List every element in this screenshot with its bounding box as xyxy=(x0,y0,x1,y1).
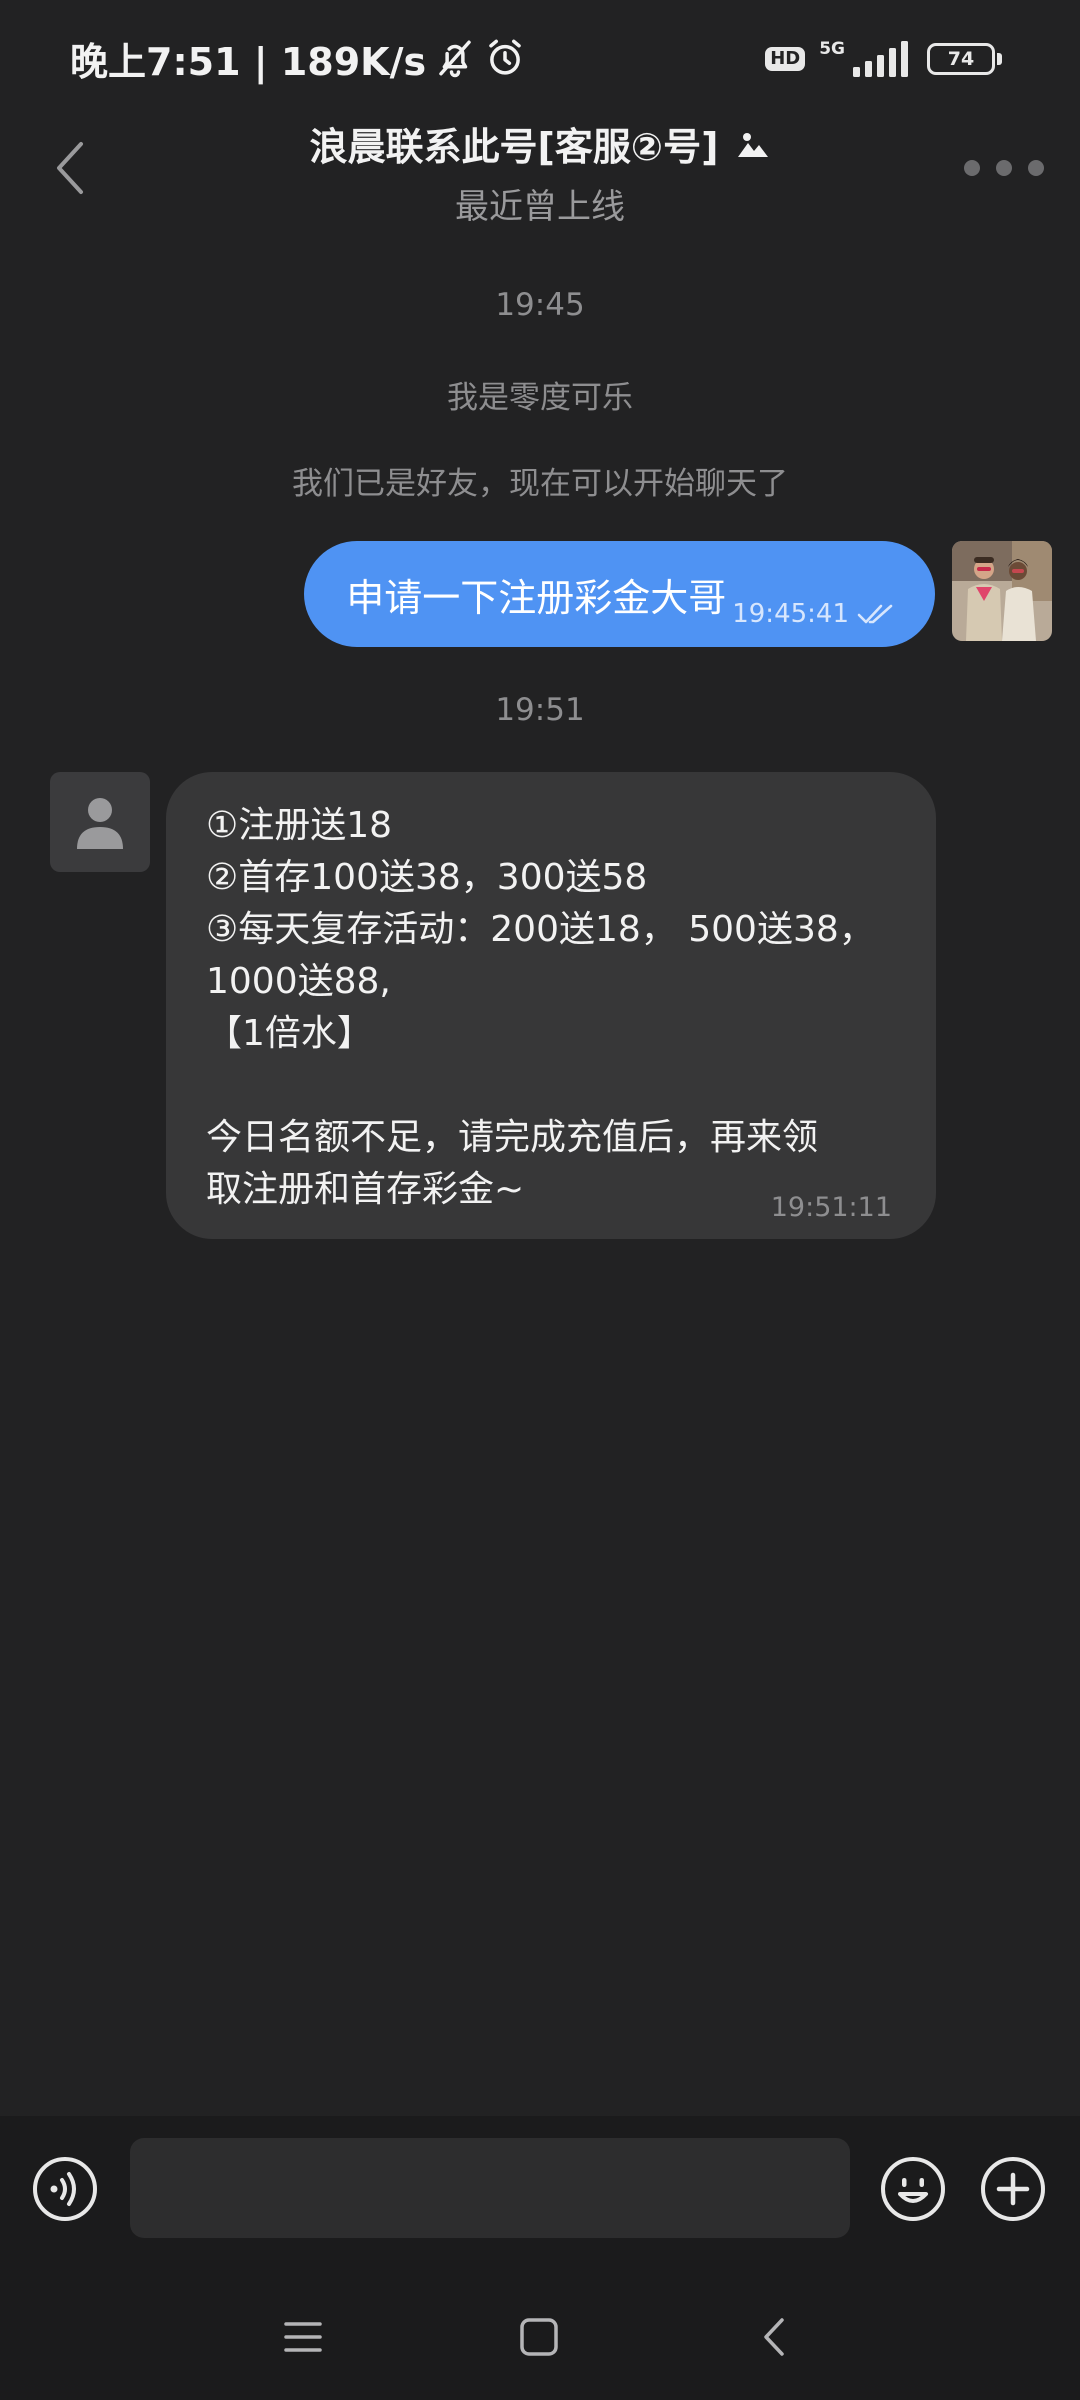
contact-avatar[interactable] xyxy=(50,772,150,872)
more-actions-button[interactable] xyxy=(980,2156,1046,2222)
message-line: 【1倍水】 xyxy=(206,1013,373,1054)
plus-icon xyxy=(981,2157,1045,2221)
emoji-button[interactable] xyxy=(880,2156,946,2222)
bell-off-icon xyxy=(439,40,471,78)
time-divider: 19:45 xyxy=(495,287,585,323)
avatar-photo xyxy=(952,541,1052,641)
nav-back-icon xyxy=(764,2318,784,2356)
image-icon xyxy=(738,132,769,157)
emoji-icon xyxy=(881,2157,945,2221)
message-line xyxy=(206,1060,896,1112)
status-right: HD 5G 74 xyxy=(765,36,1002,82)
message-time: 19:45:41 xyxy=(732,599,849,629)
more-dots-icon xyxy=(996,160,1012,176)
status-left: 晚上7:51 | 189K/s xyxy=(70,32,526,84)
hd-badge: HD xyxy=(765,47,806,71)
message-text: 申请一下注册彩金大哥 xyxy=(346,575,727,620)
alarm-icon xyxy=(489,39,521,75)
message-time: 19:51:11 xyxy=(770,1192,892,1223)
voice-icon xyxy=(33,2157,97,2221)
message-meta: 19:45:41 xyxy=(732,599,895,629)
signal-icon xyxy=(853,41,908,77)
input-bar xyxy=(0,2116,1080,2276)
time-divider: 19:51 xyxy=(495,692,585,728)
message-line: 今日名额不足，请完成充值后，再来领 xyxy=(206,1117,819,1158)
nav-home-button[interactable] xyxy=(516,2314,562,2360)
chat-title-block[interactable]: 浪晨联系此号[客服②号] 最近曾上线 xyxy=(200,116,880,228)
battery-tip xyxy=(997,53,1002,65)
network-type: 5G xyxy=(819,39,845,59)
message-line: ①注册送18 xyxy=(206,805,393,846)
my-avatar[interactable] xyxy=(952,541,1052,641)
nav-menu-button[interactable] xyxy=(280,2314,326,2360)
more-options-button[interactable] xyxy=(964,150,1044,186)
contact-status: 最近曾上线 xyxy=(455,187,625,227)
battery-level: 74 xyxy=(947,48,975,70)
person-icon xyxy=(77,798,123,849)
system-message: 我们已是好友，现在可以开始聊天了 xyxy=(292,466,788,502)
system-nav-bar xyxy=(0,2276,1080,2400)
more-dots-icon xyxy=(964,160,980,176)
menu-icon xyxy=(284,2322,322,2352)
message-line: ③每天复存活动：200送18， 500送38， xyxy=(206,909,875,950)
back-button[interactable] xyxy=(40,132,100,204)
chat-header: 浪晨联系此号[客服②号] 最近曾上线 xyxy=(0,110,1080,230)
message-input[interactable] xyxy=(130,2138,850,2238)
double-check-icon xyxy=(857,604,893,624)
contact-name: 浪晨联系此号[客服②号] xyxy=(309,125,719,169)
home-icon xyxy=(520,2318,558,2356)
back-arrow-icon xyxy=(57,142,83,194)
message-line: 1000送88, xyxy=(206,961,391,1002)
message-line: ②首存100送38，300送58 xyxy=(206,857,648,898)
incoming-message-bubble[interactable]: ①注册送18 ②首存100送38，300送58 ③每天复存活动：200送18， … xyxy=(166,772,936,1239)
status-bar: 晚上7:51 | 189K/s HD 5G 74 xyxy=(0,0,1080,120)
outgoing-message-bubble[interactable]: 申请一下注册彩金大哥 19:45:41 xyxy=(304,541,935,647)
system-message: 我是零度可乐 xyxy=(447,380,633,416)
status-time-speed: 晚上7:51 | 189K/s xyxy=(70,39,427,84)
more-dots-icon xyxy=(1028,160,1044,176)
voice-button[interactable] xyxy=(32,2156,98,2222)
nav-back-button[interactable] xyxy=(752,2314,798,2360)
battery-indicator: 74 xyxy=(927,43,995,75)
